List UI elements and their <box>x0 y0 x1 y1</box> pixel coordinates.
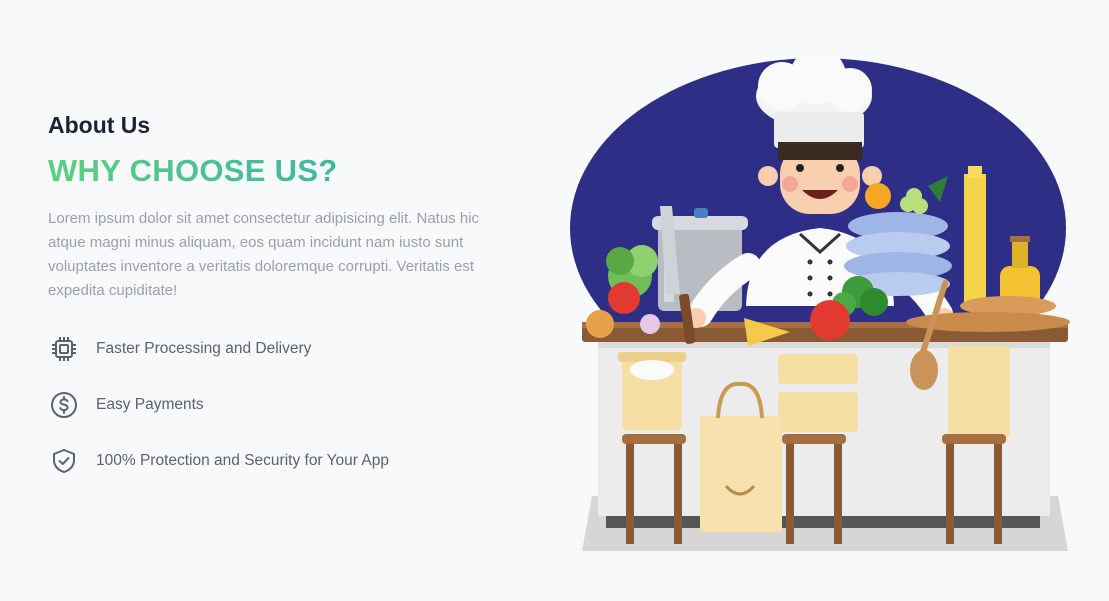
section-description: Lorem ipsum dolor sit amet consectetur a… <box>48 210 480 299</box>
feature-list: Faster Processing and Delivery Easy Paym… <box>48 333 508 477</box>
dollar-circle-icon <box>48 389 80 421</box>
feature-label: Easy Payments <box>96 396 204 413</box>
feature-item: Easy Payments <box>48 389 508 421</box>
section-eyebrow: About Us <box>48 112 151 138</box>
feature-item: 100% Protection and Security for Your Ap… <box>48 445 508 477</box>
chef-kitchen-illustration <box>568 48 1074 556</box>
feature-label: Faster Processing and Delivery <box>96 340 312 357</box>
about-section: About Us WHY CHOOSE US? Lorem ipsum dolo… <box>48 112 508 501</box>
feature-item: Faster Processing and Delivery <box>48 333 508 365</box>
shield-check-icon <box>48 445 80 477</box>
feature-label: 100% Protection and Security for Your Ap… <box>96 452 389 469</box>
cpu-chip-icon <box>48 333 80 365</box>
section-headline: WHY CHOOSE US? <box>48 153 508 189</box>
